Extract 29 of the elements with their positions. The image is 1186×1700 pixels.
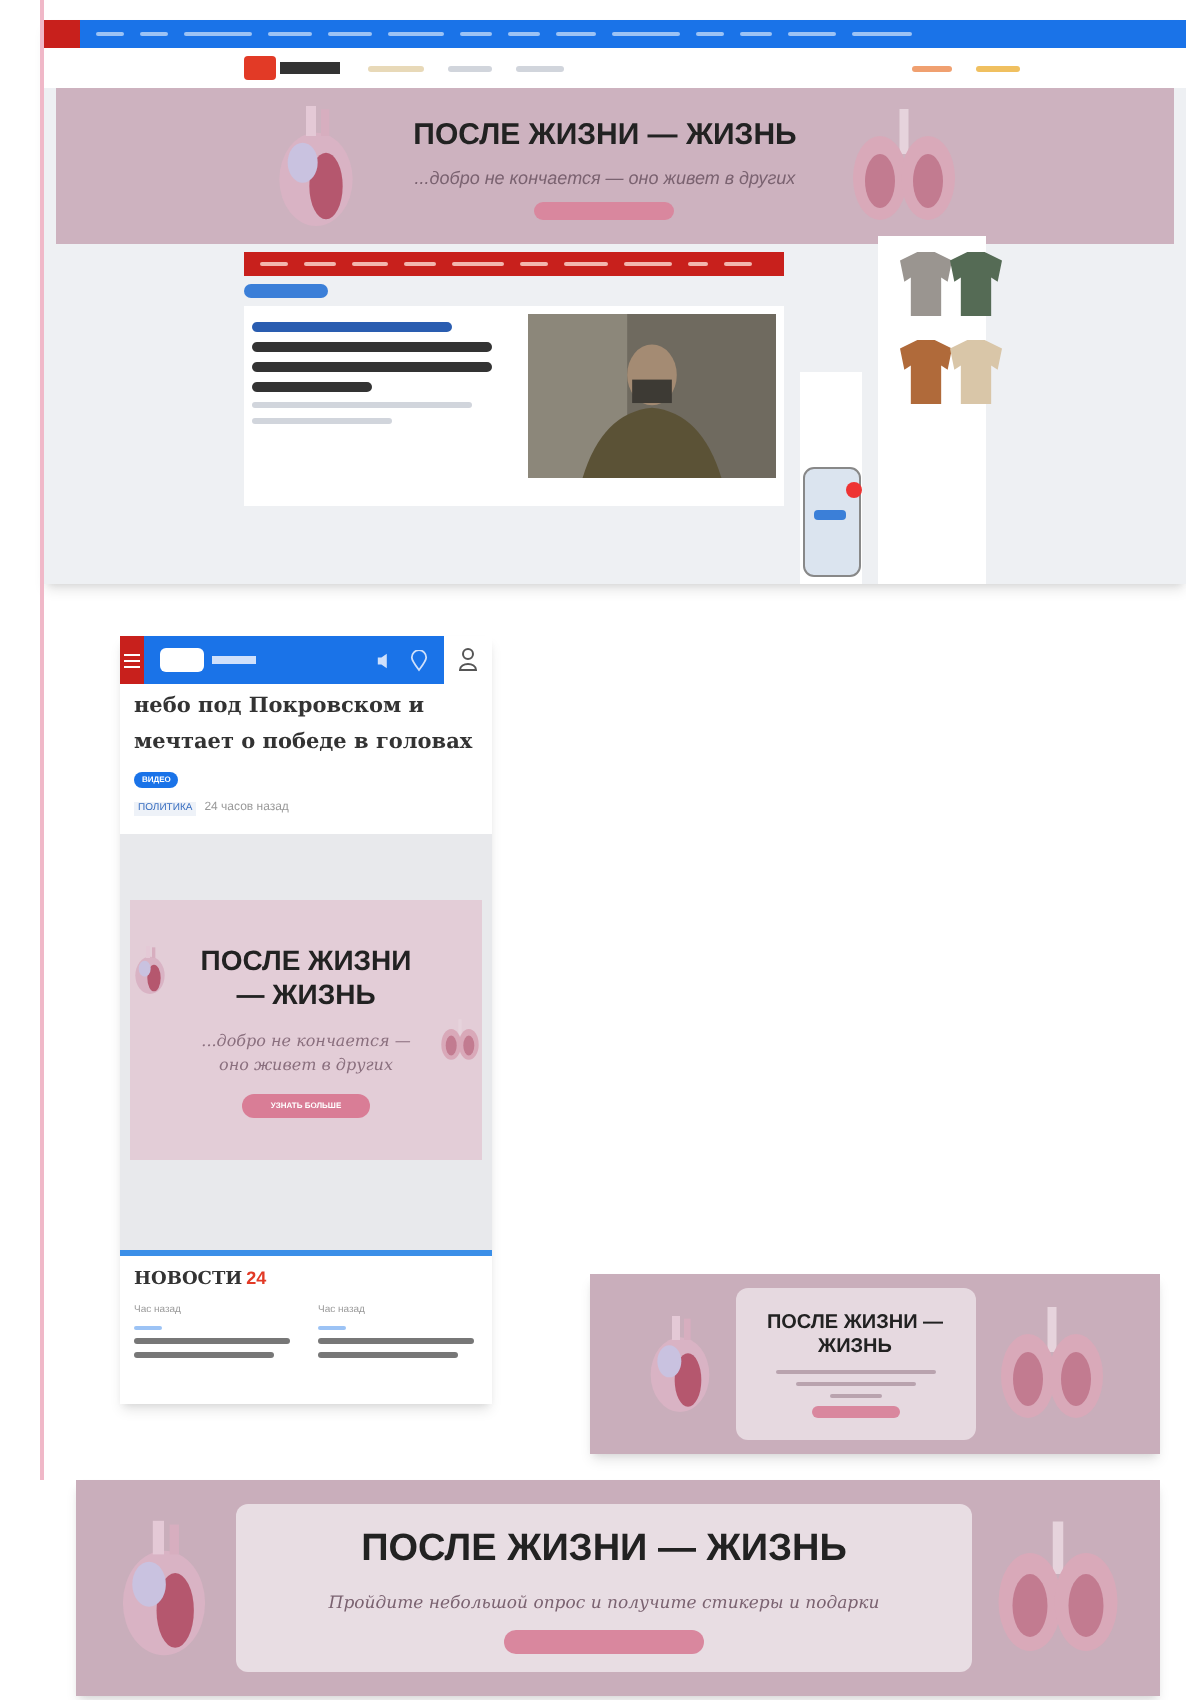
banner-title: ПОСЛЕ ЖИЗНИ — ЖИЗНЬ bbox=[198, 943, 414, 1013]
topic-badge bbox=[244, 284, 328, 298]
banner-subtitle: ...добро не кончается — оно живет в других bbox=[414, 166, 796, 192]
blurred-text bbox=[252, 382, 372, 392]
banner-subtitle: ...добро не кончается — оно живет в других bbox=[199, 1029, 413, 1077]
location-pin-icon[interactable] bbox=[410, 649, 428, 671]
phone-icon bbox=[801, 466, 862, 578]
banner-button[interactable] bbox=[811, 1405, 899, 1417]
user-icon[interactable] bbox=[458, 648, 478, 672]
menu-button[interactable] bbox=[120, 636, 144, 684]
logo-icon bbox=[160, 648, 260, 672]
blurred-text bbox=[318, 1352, 458, 1358]
blurred-text bbox=[134, 1352, 274, 1358]
blurred-text bbox=[912, 65, 952, 71]
blurred-text bbox=[368, 65, 424, 71]
headline-line: небо под Покровском и bbox=[134, 692, 427, 722]
logo-icon bbox=[244, 56, 344, 80]
headline-line: мечтает о победе в головах bbox=[134, 728, 475, 758]
banner-subtitle: Пройдите небольшой опрос и получите стикеры и подарки bbox=[328, 1591, 880, 1618]
blurred-text bbox=[516, 65, 564, 71]
blurred-text bbox=[252, 418, 392, 424]
blurred-text bbox=[976, 65, 1020, 71]
banner-title: ПОСЛЕ ЖИЗНИ — ЖИЗНЬ bbox=[361, 1526, 847, 1575]
banner-title: ПОСЛЕ ЖИЗНИ — ЖИЗНЬ bbox=[765, 1311, 945, 1361]
news-title: НОВОСТИ bbox=[134, 1268, 243, 1294]
banner-title: ПОСЛЕ ЖИЗНИ — ЖИЗНЬ bbox=[413, 115, 797, 155]
blurred-text bbox=[448, 65, 492, 71]
news-count: 24 bbox=[246, 1266, 267, 1292]
banner-button[interactable] bbox=[504, 1629, 704, 1654]
